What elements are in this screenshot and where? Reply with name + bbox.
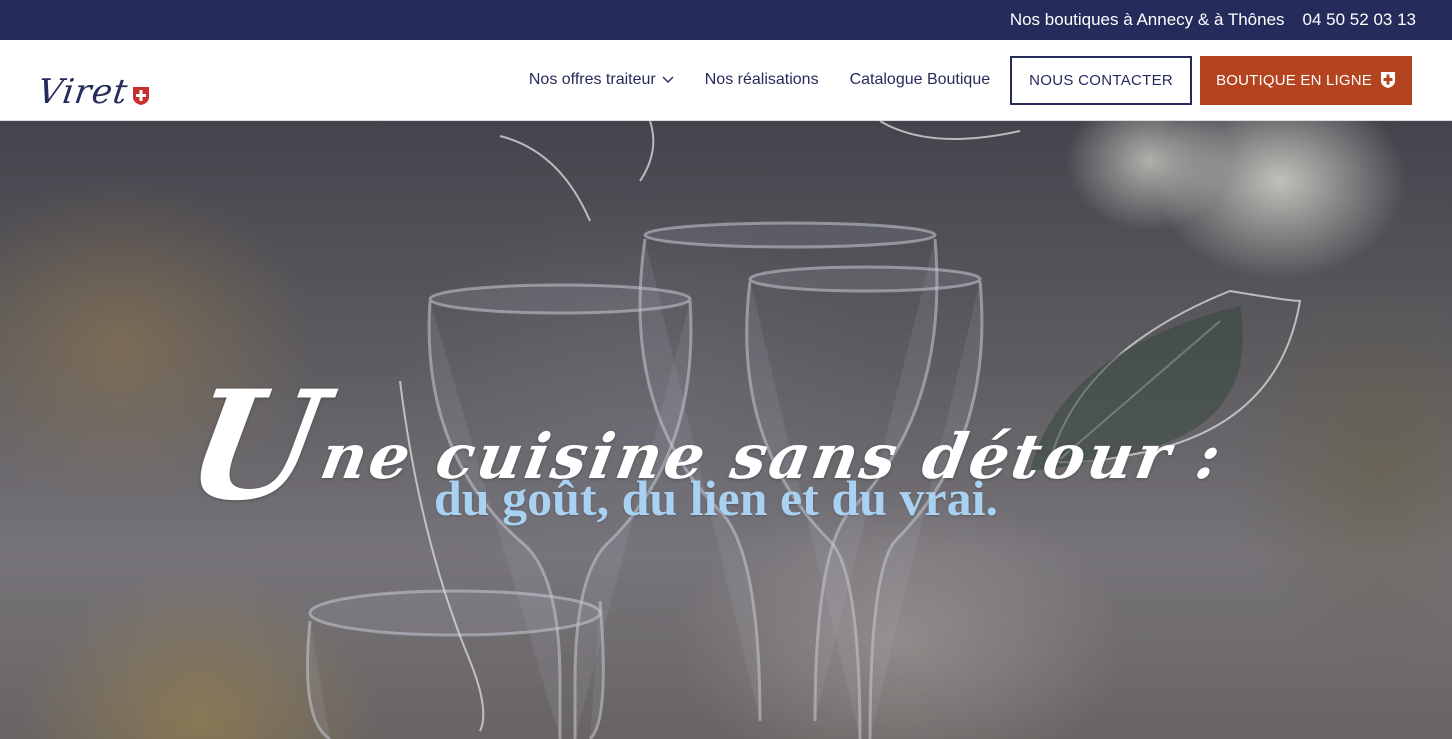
top-info-bar: Nos boutiques à Annecy & à Thônes 04 50 …	[0, 0, 1452, 40]
nav-item-realisations[interactable]: Nos réalisations	[705, 71, 819, 89]
shops-link[interactable]: Nos boutiques à Annecy & à Thônes	[1010, 10, 1285, 30]
nav-item-label: Nos offres traiteur	[528, 71, 656, 88]
nav-item-catalogue-boutique[interactable]: Catalogue Boutique	[850, 71, 991, 89]
online-shop-button-label: BOUTIQUE EN LIGNE	[1216, 71, 1372, 89]
savoie-cross-icon	[1381, 72, 1395, 88]
nav-item-offres-traiteur[interactable]: Nos offres traiteur	[529, 71, 674, 89]
chevron-down-icon	[662, 76, 674, 83]
contact-button-label: NOUS CONTACTER	[1029, 71, 1174, 89]
logo-text: Viret	[35, 72, 131, 112]
phone-link[interactable]: 04 50 52 03 13	[1303, 10, 1416, 30]
site-logo[interactable]: Viret	[35, 48, 158, 112]
hero-banner: Une cuisine sans détour : du goût, du li…	[0, 121, 1452, 739]
nav-item-label: Nos réalisations	[704, 71, 819, 88]
online-shop-button[interactable]: BOUTIQUE EN LIGNE	[1200, 55, 1412, 105]
contact-button[interactable]: NOUS CONTACTER	[1010, 55, 1193, 105]
hero-subtitle: du goût, du lien et du vrai.	[434, 470, 999, 526]
site-header: Viret Nos offres traiteur Nos réalisatio…	[0, 40, 1452, 121]
main-nav: Nos offres traiteur Nos réalisations Cat…	[498, 55, 1412, 105]
savoie-shield-icon	[132, 87, 149, 105]
nav-item-label: Catalogue Boutique	[849, 71, 991, 88]
